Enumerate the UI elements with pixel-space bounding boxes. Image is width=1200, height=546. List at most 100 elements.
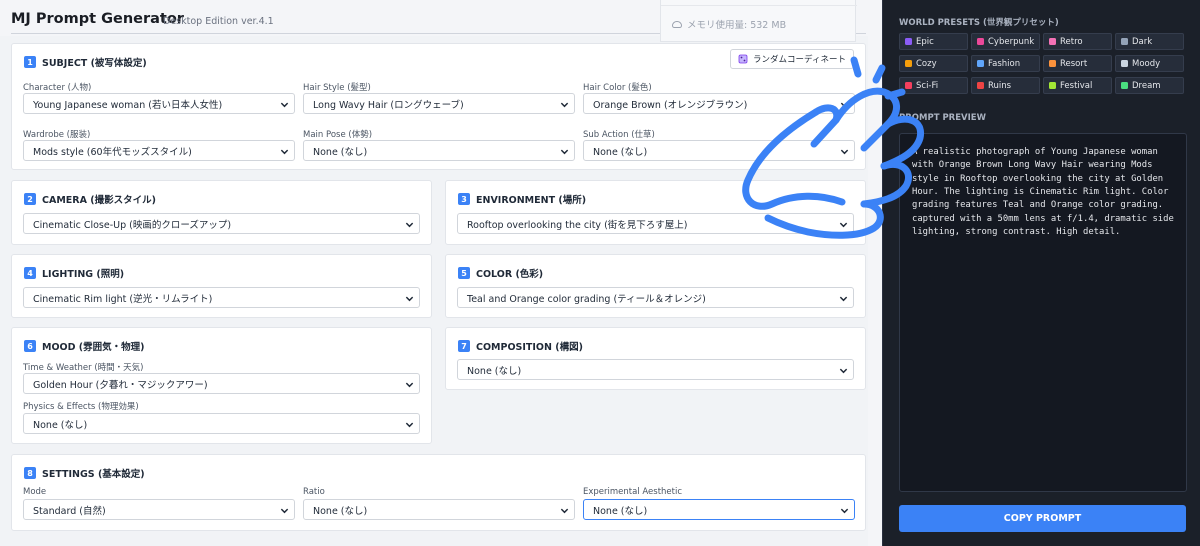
subject-header: 1 SUBJECT (被写体設定)	[24, 55, 147, 69]
camera-card: 2 CAMERA (撮影スタイル) Cinematic Close-Up (映画…	[11, 180, 432, 245]
ratio-label: Ratio	[303, 487, 325, 497]
chevron-down-icon	[405, 382, 414, 388]
time-weather-select[interactable]: Golden Hour (夕暮れ・マジックアワー)	[23, 373, 420, 394]
preset-retro-button[interactable]: Retro	[1043, 33, 1112, 50]
mode-select[interactable]: Standard (自然)	[23, 499, 295, 520]
cloud-icon	[672, 20, 682, 28]
sidebar-gutter	[868, 0, 882, 546]
mood-card: 6 MOOD (雰囲気・物理) Time & Weather (時間・天気) G…	[11, 327, 432, 444]
character-select-value: Young Japanese woman (若い日本人女性)	[33, 99, 223, 111]
preset-icon	[905, 60, 912, 67]
copy-prompt-button[interactable]: COPY PROMPT	[899, 505, 1186, 532]
character-label: Character (人物)	[23, 83, 92, 93]
prompt-preview-title: PROMPT PREVIEW	[899, 113, 986, 123]
preset-label: Moody	[1132, 58, 1161, 69]
dice-icon	[738, 54, 748, 64]
chevron-down-icon	[840, 508, 849, 514]
preset-dream-button[interactable]: Dream	[1115, 77, 1184, 94]
section-title: LIGHTING (照明)	[42, 269, 125, 280]
chevron-down-icon	[839, 222, 848, 228]
wardrobe-select-value: Mods style (60年代モッズスタイル)	[33, 146, 192, 158]
preset-icon	[977, 82, 984, 89]
preset-cozy-button[interactable]: Cozy	[899, 55, 968, 72]
physics-effects-select[interactable]: None (なし)	[23, 413, 420, 434]
chevron-down-icon	[280, 102, 289, 108]
physics-effects-label: Physics & Effects (物理効果)	[23, 402, 139, 412]
composition-select-value: None (なし)	[467, 365, 522, 377]
sidebar: WORLD PRESETS (世界観プリセット) Epic Cyberpunk Re…	[882, 0, 1200, 546]
section-number: 2	[24, 193, 36, 205]
preset-label: Retro	[1060, 36, 1083, 47]
character-select[interactable]: Young Japanese woman (若い日本人女性)	[23, 93, 295, 114]
preset-icon	[905, 38, 912, 45]
wardrobe-select[interactable]: Mods style (60年代モッズスタイル)	[23, 140, 295, 161]
chevron-down-icon	[839, 296, 848, 302]
composition-card: 7 COMPOSITION (構図) None (なし)	[445, 327, 866, 390]
prompt-preview-text[interactable]: A realistic photograph of Young Japanese…	[899, 133, 1187, 492]
camera-select-value: Cinematic Close-Up (映画的クローズアップ)	[33, 219, 232, 231]
lighting-select-value: Cinematic Rim light (逆光・リムライト)	[33, 293, 213, 305]
composition-select[interactable]: None (なし)	[457, 359, 854, 380]
environment-card: 3 ENVIRONMENT (場所) Rooftop overlooking t…	[445, 180, 866, 245]
chevron-down-icon	[840, 102, 849, 108]
experimental-aesthetic-select[interactable]: None (なし)	[583, 499, 855, 520]
wardrobe-label: Wardrobe (服装)	[23, 130, 91, 140]
preset-fashion-button[interactable]: Fashion	[971, 55, 1040, 72]
world-presets-title: WORLD PRESETS (世界観プリセット)	[899, 18, 1059, 28]
hair-color-label: Hair Color (髪色)	[583, 83, 652, 93]
chevron-down-icon	[280, 149, 289, 155]
preset-icon	[977, 60, 984, 67]
environment-select[interactable]: Rooftop overlooking the city (街を見下ろす屋上)	[457, 213, 854, 234]
preset-moody-button[interactable]: Moody	[1115, 55, 1184, 72]
section-title: COLOR (色彩)	[476, 269, 544, 280]
section-number: 3	[458, 193, 470, 205]
app-version: Desktop Edition ver.4.1	[163, 16, 274, 27]
memory-usage: メモリ使用量: 532 MB	[672, 17, 786, 31]
mode-label: Mode	[23, 487, 47, 497]
memory-panel: メモリ使用量: 532 MB	[660, 0, 857, 42]
color-select[interactable]: Teal and Orange color grading (ティール＆オレンジ…	[457, 287, 854, 308]
hair-style-select-value: Long Wavy Hair (ロングウェーブ)	[313, 99, 464, 111]
section-title: SUBJECT (被写体設定)	[42, 58, 147, 69]
chevron-down-icon	[405, 222, 414, 228]
time-weather-select-value: Golden Hour (夕暮れ・マジックアワー)	[33, 379, 208, 391]
preset-festival-button[interactable]: Festival	[1043, 77, 1112, 94]
preset-label: Dream	[1132, 80, 1161, 91]
preset-label: Ruins	[988, 80, 1012, 91]
ratio-select-value: None (なし)	[313, 505, 368, 517]
random-coordinate-button[interactable]: ランダムコーディネート	[730, 49, 854, 69]
chevron-down-icon	[405, 296, 414, 302]
camera-select[interactable]: Cinematic Close-Up (映画的クローズアップ)	[23, 213, 420, 234]
main-pose-label: Main Pose (体勢)	[303, 130, 373, 140]
chevron-down-icon	[405, 422, 414, 428]
ratio-select[interactable]: None (なし)	[303, 499, 575, 520]
hair-color-select[interactable]: Orange Brown (オレンジブラウン)	[583, 93, 855, 114]
sub-action-select[interactable]: None (なし)	[583, 140, 855, 161]
preset-icon	[1049, 82, 1056, 89]
settings-card: 8 SETTINGS (基本設定) Mode Standard (自然) Rat…	[11, 454, 866, 531]
section-number: 4	[24, 267, 36, 279]
preset-cyberpunk-button[interactable]: Cyberpunk	[971, 33, 1040, 50]
main-pose-select[interactable]: None (なし)	[303, 140, 575, 161]
preset-ruins-button[interactable]: Ruins	[971, 77, 1040, 94]
color-select-value: Teal and Orange color grading (ティール＆オレンジ…	[467, 293, 706, 305]
chevron-down-icon	[840, 149, 849, 155]
preset-icon	[1049, 60, 1056, 67]
hair-style-select[interactable]: Long Wavy Hair (ロングウェーブ)	[303, 93, 575, 114]
color-card: 5 COLOR (色彩) Teal and Orange color gradi…	[445, 254, 866, 318]
preset-label: Fashion	[988, 58, 1021, 69]
preset-sci-fi-button[interactable]: Sci-Fi	[899, 77, 968, 94]
preset-label: Cozy	[916, 58, 937, 69]
chevron-down-icon	[560, 508, 569, 514]
color-header: 5 COLOR (色彩)	[458, 266, 543, 280]
section-title: SETTINGS (基本設定)	[42, 469, 145, 480]
preset-label: Dark	[1132, 36, 1153, 47]
preset-epic-button[interactable]: Epic	[899, 33, 968, 50]
lighting-select[interactable]: Cinematic Rim light (逆光・リムライト)	[23, 287, 420, 308]
preset-resort-button[interactable]: Resort	[1043, 55, 1112, 72]
random-coordinate-label: ランダムコーディネート	[753, 55, 846, 65]
lighting-header: 4 LIGHTING (照明)	[24, 266, 124, 280]
app-title: MJ Prompt Generator	[11, 11, 184, 27]
preset-dark-button[interactable]: Dark	[1115, 33, 1184, 50]
hair-color-select-value: Orange Brown (オレンジブラウン)	[593, 99, 748, 111]
